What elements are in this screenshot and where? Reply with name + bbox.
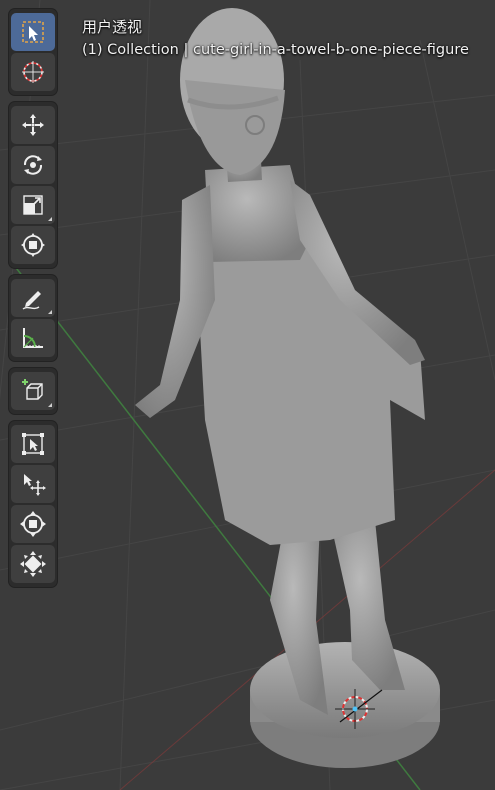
- push-pull-icon: [20, 511, 46, 537]
- modifier-tool-group: [9, 421, 57, 587]
- measure-tool[interactable]: [11, 319, 55, 357]
- randomize-icon: [20, 551, 46, 577]
- transform-icon: [21, 233, 45, 257]
- move-icon: [22, 114, 44, 136]
- annotate-icon: [22, 291, 41, 310]
- transform-tool-group: [9, 102, 57, 268]
- randomize-tool[interactable]: [11, 545, 55, 583]
- annotate-tool-group: [9, 275, 57, 361]
- rotate-icon: [23, 155, 43, 175]
- select-frame-icon: [22, 433, 44, 455]
- select-box-icon: [22, 21, 44, 43]
- select-box-tool[interactable]: [11, 13, 55, 51]
- select-tool-group: [9, 9, 57, 95]
- viewport-collection-label: (1) Collection | cute-girl-in-a-towel-b-…: [82, 42, 469, 58]
- figure-model: [135, 8, 425, 715]
- 3d-viewport[interactable]: 用户透视 (1) Collection | cute-girl-in-a-tow…: [0, 0, 495, 790]
- add-cube-tool[interactable]: [11, 372, 55, 410]
- rotate-tool[interactable]: [11, 146, 55, 184]
- viewport-title: 用户透视: [82, 18, 143, 36]
- more-tools-indicator: [48, 403, 52, 407]
- figure-base: [250, 642, 440, 768]
- scale-icon: [23, 195, 43, 215]
- move-tool[interactable]: [11, 106, 55, 144]
- add-cube-icon: [22, 379, 43, 400]
- push-pull-tool[interactable]: [11, 505, 55, 543]
- cursor-icon: [22, 61, 44, 83]
- shift-move-tool[interactable]: [11, 465, 55, 503]
- annotate-tool[interactable]: [11, 279, 55, 317]
- measure-icon: [23, 328, 43, 348]
- shift-move-icon: [24, 474, 46, 496]
- more-tools-indicator: [48, 310, 52, 314]
- viewport-scene: [0, 0, 495, 790]
- scale-tool[interactable]: [11, 186, 55, 224]
- add-tool-group: [9, 368, 57, 414]
- transform-tool[interactable]: [11, 226, 55, 264]
- more-tools-indicator: [48, 217, 52, 221]
- cursor-tool[interactable]: [11, 53, 55, 91]
- select-frame-tool[interactable]: [11, 425, 55, 463]
- tool-bar: [9, 9, 57, 594]
